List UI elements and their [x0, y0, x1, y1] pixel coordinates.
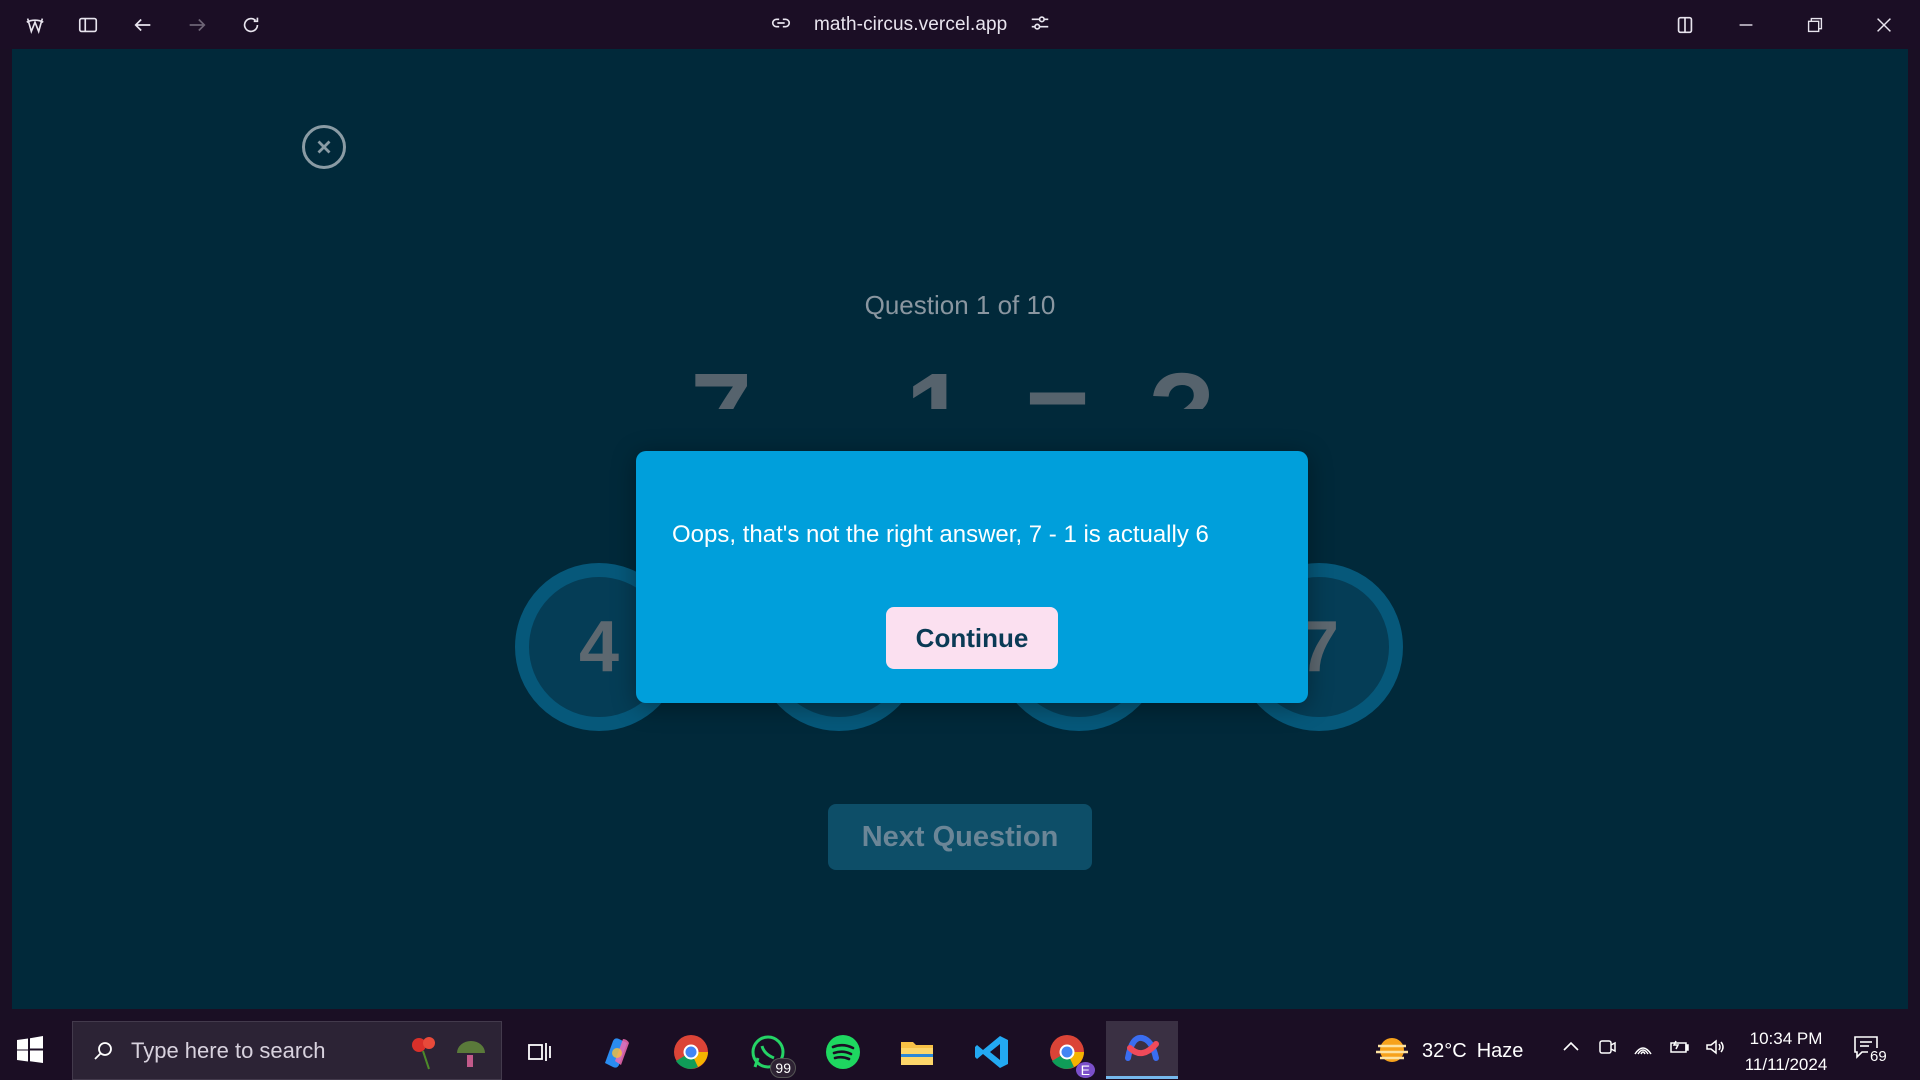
browser-titlebar: math-circus.vercel.app	[0, 0, 1920, 49]
game-page: Question 1 of 10 7 - 1 = ? 4 5 6 7 Next …	[12, 49, 1908, 1009]
volume-icon[interactable]	[1704, 1036, 1726, 1058]
notification-center-icon[interactable]: 69	[1852, 1034, 1892, 1066]
notification-count-badge: 69	[1868, 1048, 1889, 1065]
battery-icon[interactable]	[1668, 1036, 1690, 1058]
address-bar[interactable]: math-circus.vercel.app	[770, 11, 1051, 39]
answer-choice-label: 4	[578, 607, 620, 687]
profile-badge: E	[1075, 1062, 1095, 1078]
clock-time: 10:34 PM	[1749, 1029, 1823, 1048]
feedback-modal: Oops, that's not the right answer, 7 - 1…	[636, 451, 1308, 703]
back-arrow-icon[interactable]	[130, 12, 156, 38]
search-highlight-icon	[407, 1031, 491, 1071]
meet-now-icon[interactable]	[1596, 1036, 1618, 1058]
close-icon	[317, 140, 331, 154]
taskbar: Type here to search 99 E 32°C Haze 10:34…	[0, 1020, 1920, 1080]
arc-browser-icon[interactable]	[1106, 1021, 1178, 1079]
vscode-icon[interactable]	[972, 1032, 1012, 1072]
site-settings-icon[interactable]	[1029, 12, 1051, 39]
forward-arrow-icon[interactable]	[184, 12, 210, 38]
continue-button[interactable]: Continue	[886, 607, 1058, 669]
search-placeholder: Type here to search	[131, 1037, 326, 1063]
haze-weather-icon	[1376, 1038, 1408, 1062]
weather-description: Haze	[1476, 1039, 1524, 1062]
split-view-icon[interactable]	[1672, 12, 1698, 38]
search-icon	[94, 1041, 112, 1060]
weather-temperature: 32°C	[1422, 1039, 1467, 1062]
active-app-indicator	[1106, 1076, 1178, 1079]
feedback-message: Oops, that's not the right answer, 7 - 1…	[672, 521, 1209, 548]
next-question-button[interactable]: Next Question	[828, 804, 1092, 870]
whatsapp-icon[interactable]: 99	[748, 1032, 796, 1078]
taskbar-clock[interactable]: 10:34 PM 11/11/2024	[1736, 1026, 1836, 1078]
equation: 7 - 1 = ?	[12, 349, 1908, 409]
sidebar-toggle-icon[interactable]	[75, 12, 101, 38]
system-tray	[1560, 1036, 1726, 1058]
weather-widget[interactable]: 32°C Haze	[1374, 1034, 1523, 1068]
close-game-button[interactable]	[302, 125, 346, 169]
restore-icon[interactable]	[1802, 12, 1828, 38]
clock-date: 11/11/2024	[1744, 1055, 1828, 1074]
file-explorer-icon[interactable]	[897, 1032, 937, 1072]
windows-start-icon[interactable]	[16, 1036, 44, 1064]
copilot-icon[interactable]	[596, 1032, 636, 1072]
question-counter: Question 1 of 10	[864, 290, 1056, 320]
browser-logo-icon[interactable]	[22, 12, 48, 38]
task-view-icon[interactable]	[520, 1032, 560, 1072]
whatsapp-unread-badge: 99	[770, 1058, 796, 1078]
wifi-icon[interactable]	[1632, 1036, 1654, 1058]
chevron-up-icon[interactable]	[1560, 1036, 1582, 1058]
close-window-icon[interactable]	[1871, 12, 1897, 38]
spotify-icon[interactable]	[823, 1032, 863, 1072]
url-text[interactable]: math-circus.vercel.app	[814, 14, 1007, 36]
taskbar-search-input[interactable]: Type here to search	[72, 1021, 502, 1080]
chrome-icon[interactable]	[671, 1032, 711, 1072]
chrome-profile-icon[interactable]: E	[1047, 1032, 1095, 1078]
minimize-icon[interactable]	[1733, 12, 1759, 38]
link-icon	[770, 12, 792, 39]
reload-icon[interactable]	[238, 12, 264, 38]
